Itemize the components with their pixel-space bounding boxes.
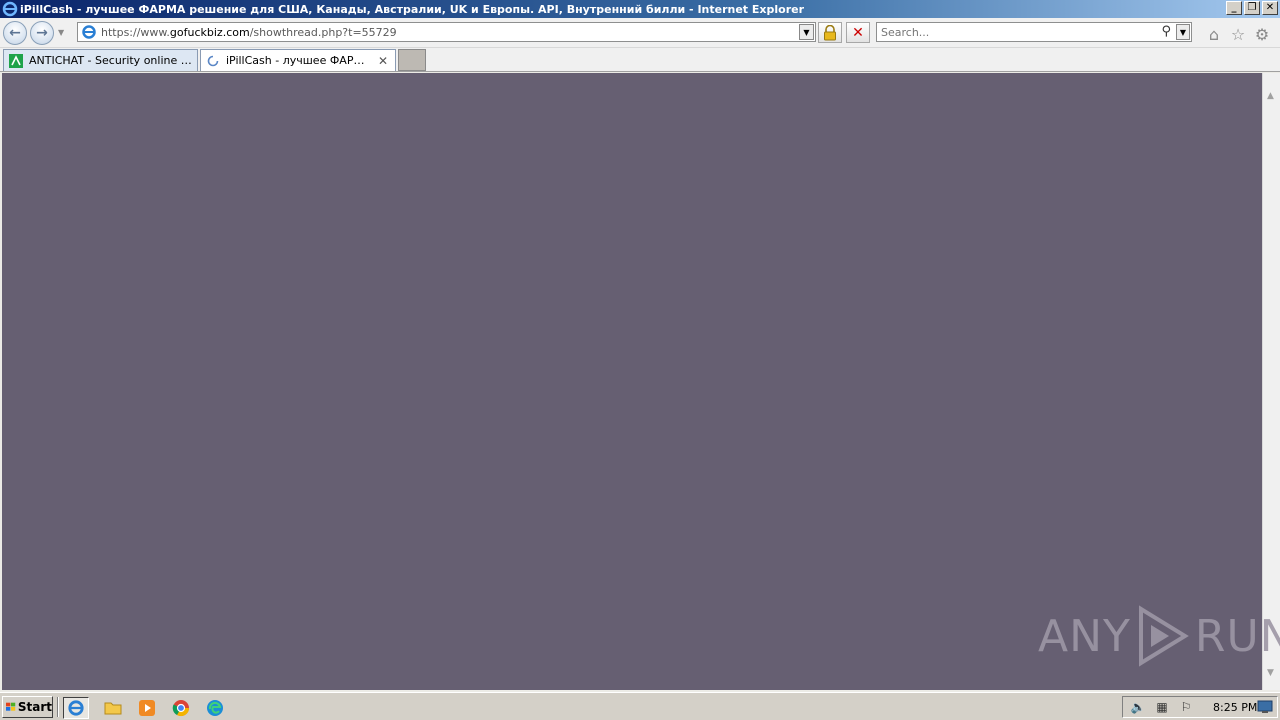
address-dropdown-button[interactable]: ▼	[799, 24, 814, 40]
vertical-scrollbar[interactable]: ▲ ▼	[1262, 73, 1280, 690]
maximize-button[interactable]: ❐	[1244, 1, 1260, 15]
history-dropdown-icon[interactable]: ▼	[58, 28, 64, 37]
back-button[interactable]: ←	[3, 21, 27, 45]
page-content	[2, 73, 1262, 690]
search-dropdown-button[interactable]: ▼	[1176, 24, 1190, 40]
ie-page-icon	[82, 25, 96, 39]
tab-close-icon[interactable]: ✕	[378, 54, 390, 68]
tab-label: iPillCash - лучшее ФАРМА р...	[226, 54, 373, 67]
scroll-down-icon[interactable]: ▼	[1267, 668, 1274, 678]
taskbar: Start 🔈 ▦ ⚐ 8:25 PM	[0, 692, 1280, 720]
start-button[interactable]: Start	[2, 696, 53, 718]
security-lock-button[interactable]	[818, 22, 842, 43]
gear-icon[interactable]: ⚙	[1253, 25, 1271, 44]
ie-taskbar-icon[interactable]	[63, 697, 89, 719]
search-icon[interactable]: ⚲	[1161, 24, 1171, 39]
title-bar: iPillCash - лучшее ФАРМА решение для США…	[0, 0, 1280, 18]
clock[interactable]: 8:25 PM	[1213, 701, 1257, 714]
media-player-icon[interactable]	[134, 697, 160, 719]
antichat-favicon-icon	[8, 53, 24, 69]
stop-x-icon: ✕	[852, 24, 864, 41]
tab-ipillcash[interactable]: iPillCash - лучшее ФАРМА р... ✕	[200, 49, 396, 71]
navigation-bar: ← → ▼ https://www.gofuckbiz.com/showthre…	[0, 18, 1280, 48]
system-tray: 🔈 ▦ ⚐ 8:25 PM	[1122, 696, 1278, 718]
taskbar-separator	[57, 697, 59, 717]
stop-button[interactable]: ✕	[846, 22, 870, 43]
favorites-star-icon[interactable]: ☆	[1229, 25, 1247, 44]
close-button[interactable]: ✕	[1262, 1, 1278, 15]
forward-arrow-icon: →	[36, 25, 48, 41]
tab-antichat[interactable]: ANTICHAT - Security online com...	[3, 49, 198, 71]
folder-icon[interactable]	[100, 697, 126, 719]
forward-button[interactable]: →	[30, 21, 54, 45]
back-arrow-icon: ←	[9, 25, 21, 41]
window-title: iPillCash - лучшее ФАРМА решение для США…	[20, 2, 805, 16]
lock-icon	[824, 24, 836, 40]
home-icon[interactable]: ⌂	[1205, 25, 1223, 44]
search-input[interactable]	[877, 25, 1147, 39]
scroll-up-icon[interactable]: ▲	[1267, 91, 1274, 101]
network-icon[interactable]: ▦	[1153, 699, 1171, 715]
ie-logo-icon	[2, 1, 18, 17]
windows-flag-icon	[6, 702, 16, 711]
url-text: https://www.gofuckbiz.com/showthread.php…	[101, 25, 397, 39]
search-box[interactable]: ⚲ ▼	[876, 22, 1192, 42]
minimize-button[interactable]: _	[1226, 1, 1242, 15]
address-bar[interactable]: https://www.gofuckbiz.com/showthread.php…	[77, 22, 816, 42]
tab-label: ANTICHAT - Security online com...	[29, 54, 197, 67]
chrome-icon[interactable]	[168, 697, 194, 719]
show-desktop-icon[interactable]	[1257, 700, 1273, 714]
action-center-flag-icon[interactable]: ⚐	[1177, 699, 1195, 715]
tab-bar: ANTICHAT - Security online com... iPillC…	[0, 48, 1280, 72]
edge-icon[interactable]	[202, 697, 228, 719]
anyrun-watermark: ANY RUN	[1038, 605, 1280, 667]
loading-spinner-icon	[205, 53, 221, 69]
volume-icon[interactable]: 🔈	[1129, 699, 1147, 715]
new-tab-button[interactable]	[398, 49, 426, 71]
play-logo-icon	[1138, 605, 1189, 667]
